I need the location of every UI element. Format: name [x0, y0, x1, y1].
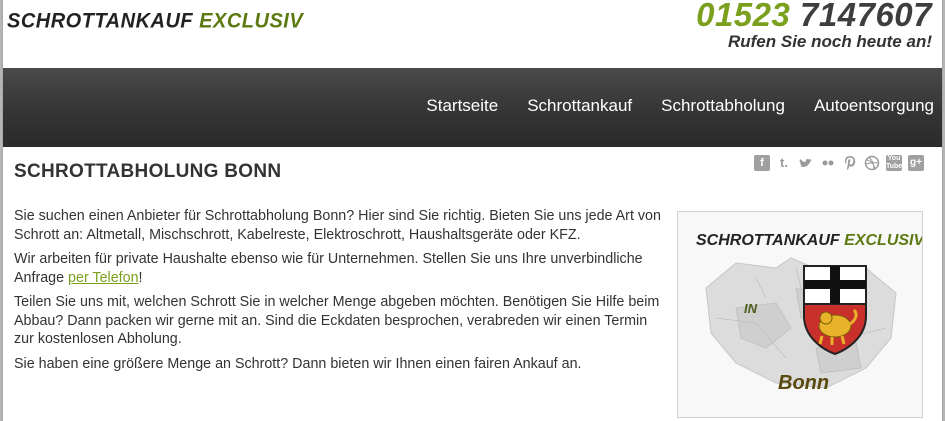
badge-city: Bonn: [778, 372, 830, 394]
phone-digits: 7147607: [790, 0, 932, 33]
paragraph-2: Wir arbeiten für private Haushalte ebens…: [14, 250, 664, 287]
paragraph-3: Teilen Sie uns mit, welchen Schrott Sie …: [14, 294, 660, 347]
paragraph-2-end: !: [138, 269, 143, 286]
social-icons: f t. You Tube g+: [754, 155, 924, 171]
header: Schrottankauf Exclusiv 01523 7147607 Ruf…: [3, 0, 942, 68]
phone-block: 01523 7147607 Rufen Sie noch heute an!: [696, 0, 932, 52]
youtube-icon[interactable]: You Tube: [886, 155, 902, 171]
nav-item-autoentsorgung[interactable]: Autoentsorgung: [814, 96, 934, 116]
phone-link[interactable]: per Telefon: [68, 270, 138, 286]
flickr-icon[interactable]: [820, 155, 836, 171]
badge-in: IN: [744, 301, 757, 316]
logo-main: Schrottankauf: [7, 9, 200, 33]
badge-title-accent: Exclusiv: [844, 232, 923, 249]
tumblr-icon[interactable]: t.: [776, 155, 792, 171]
paragraph-4: Sie haben eine größere Menge an Schrott?…: [14, 355, 582, 372]
phone-number[interactable]: 01523 7147607: [696, 0, 932, 34]
page: Schrottankauf Exclusiv 01523 7147607 Ruf…: [2, 0, 943, 421]
site-logo[interactable]: Schrottankauf Exclusiv: [7, 9, 303, 33]
main-nav: Startseite Schrottankauf Schrottabholung…: [3, 68, 942, 147]
dribbble-icon[interactable]: [864, 155, 880, 171]
tagline: Rufen Sie noch heute an!: [727, 32, 932, 51]
nav-item-startseite[interactable]: Startseite: [426, 96, 498, 116]
pinterest-icon[interactable]: [842, 155, 858, 171]
badge-title-main: Schrottankauf: [696, 232, 845, 249]
main-text: Sie suchen einen Anbieter für Schrottabh…: [14, 207, 664, 379]
logo-accent: Exclusiv: [199, 9, 304, 33]
facebook-icon[interactable]: f: [754, 155, 770, 171]
nav-item-schrottabholung[interactable]: Schrottabholung: [661, 96, 785, 116]
googleplus-icon[interactable]: g+: [908, 155, 924, 171]
bonn-coat-of-arms-icon: [803, 265, 867, 356]
badge-title: Schrottankauf Exclusiv: [696, 232, 923, 250]
bonn-badge-image: Schrottankauf Exclusiv IN Bonn: [677, 211, 923, 418]
twitter-icon[interactable]: [798, 155, 814, 171]
phone-prefix: 01523: [696, 0, 791, 33]
page-title: SCHROTTABHOLUNG BONN: [14, 161, 282, 182]
nav-item-schrottankauf[interactable]: Schrottankauf: [527, 96, 632, 116]
paragraph-1: Sie suchen einen Anbieter für Schrottabh…: [14, 208, 661, 243]
content: f t. You Tube g+ SCHROTTABHOLUNG BONN Sie…: [3, 147, 942, 421]
